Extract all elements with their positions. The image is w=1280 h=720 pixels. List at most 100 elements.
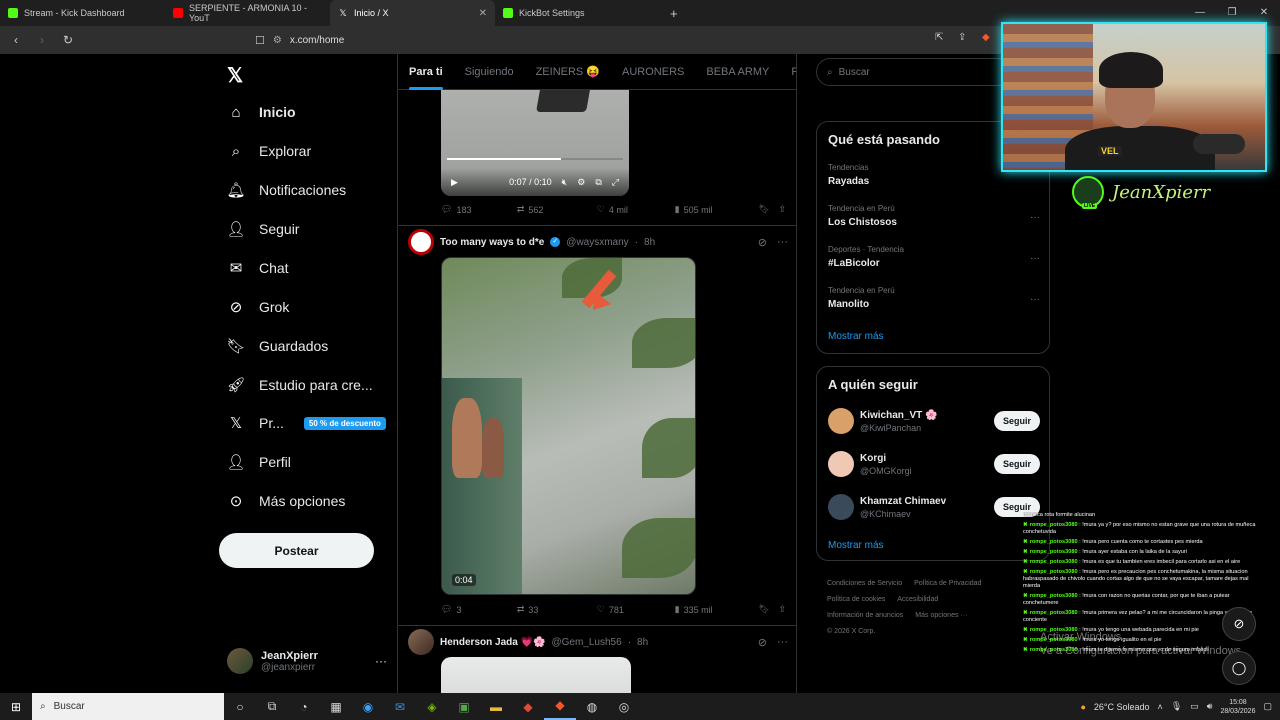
search-input[interactable]: Buscar bbox=[839, 67, 870, 78]
footer-link[interactable]: Más opciones ··· bbox=[915, 612, 967, 619]
nvidia-icon[interactable]: ◈ bbox=[416, 700, 448, 714]
reload-icon[interactable]: ↻ bbox=[58, 33, 78, 47]
repost-button[interactable]: ⇄ 33 bbox=[517, 604, 597, 615]
cortana-icon[interactable]: ○ bbox=[224, 700, 256, 714]
author-name[interactable]: Too many ways to d*e bbox=[440, 237, 544, 248]
like-button[interactable]: ♡ 781 bbox=[597, 604, 675, 615]
footer-link[interactable]: Política de Privacidad bbox=[914, 580, 981, 587]
repost-button[interactable]: ⇄ 562 bbox=[517, 204, 597, 215]
tab-auroners[interactable]: AURONERS bbox=[611, 54, 695, 90]
follow-suggestion[interactable]: Kiwichan_VT 🌸 @KiwiPanchan Seguir bbox=[828, 406, 1040, 436]
like-button[interactable]: ♡ 4 mil bbox=[597, 204, 675, 215]
sidebar-item-perfil[interactable]: 👤︎ Perfil bbox=[226, 450, 290, 474]
follow-button[interactable]: Seguir bbox=[993, 411, 1040, 431]
taskbar-search-input[interactable]: Buscar bbox=[54, 701, 85, 712]
more-icon[interactable]: ··· bbox=[777, 636, 788, 649]
tab-zeiners[interactable]: ZEINERS 😝 bbox=[525, 54, 611, 90]
follow-suggestion[interactable]: Korgi @OMGKorgi Seguir bbox=[828, 449, 1040, 479]
messages-float-button[interactable]: ◯ bbox=[1222, 651, 1256, 685]
taskbar-search[interactable]: ⌕ Buscar bbox=[32, 693, 224, 720]
show-more-link[interactable]: Mostrar más bbox=[828, 540, 884, 551]
post-time[interactable]: 8h bbox=[637, 637, 648, 648]
volume-icon[interactable]: 🔊︎ bbox=[1207, 701, 1213, 712]
play-icon[interactable]: ▶ bbox=[451, 177, 458, 188]
footer-link[interactable]: Política de cookies bbox=[827, 596, 885, 603]
mute-icon[interactable]: 🔇︎ bbox=[562, 177, 568, 188]
sidebar-item-guardados[interactable]: 🔖︎ Guardados bbox=[226, 334, 328, 358]
sidebar-item-seguir[interactable]: 👤︎ Seguir bbox=[226, 217, 299, 241]
video-player[interactable]: ▶ 0:07 / 0:10 🔇︎ ⚙ ⧉ ⤢ bbox=[441, 90, 629, 196]
show-more-link[interactable]: Mostrar más bbox=[828, 331, 884, 342]
trend-item[interactable]: Tendencia en Perú Los Chistosos ··· bbox=[828, 204, 1040, 228]
share-button[interactable]: ⇧ bbox=[778, 204, 786, 215]
sidebar-item-premium[interactable]: 𝕏 Pr... 50 % de descuento bbox=[227, 411, 386, 435]
follow-button[interactable]: Seguir bbox=[993, 454, 1040, 474]
network-icon[interactable]: ▭ bbox=[1190, 701, 1199, 712]
author-name[interactable]: Henderson Jada 💗🌸 bbox=[440, 637, 545, 648]
settings-icon[interactable]: ⚙ bbox=[577, 177, 585, 188]
grok-icon[interactable]: ⊘ bbox=[758, 236, 767, 249]
obs-icon[interactable]: ◍ bbox=[576, 700, 608, 714]
brave-shield-icon[interactable]: ◆ bbox=[982, 32, 990, 43]
tab-siguiendo[interactable]: Siguiendo bbox=[454, 54, 525, 90]
edge-icon[interactable]: ◉ bbox=[352, 700, 384, 714]
store-icon[interactable]: ▦ bbox=[320, 700, 352, 714]
url-text[interactable]: x.com/home bbox=[290, 35, 344, 46]
app-icon[interactable]: ▣ bbox=[448, 700, 480, 714]
video-progress-bar[interactable] bbox=[447, 158, 623, 160]
address-bar[interactable]: ☐ ⚙ x.com/home bbox=[255, 31, 995, 49]
fullscreen-icon[interactable]: ⤢ bbox=[612, 177, 619, 188]
brave-icon[interactable]: ◆ bbox=[544, 693, 576, 720]
back-icon[interactable]: ‹ bbox=[6, 33, 26, 47]
bookmark-button[interactable]: 🔖︎ bbox=[758, 204, 778, 215]
tab-x-home[interactable]: 𝕏 Inicio / X ✕ bbox=[330, 0, 495, 26]
sidebar-item-explorar[interactable]: ⌕ Explorar bbox=[227, 139, 311, 163]
reply-button[interactable]: 💬︎ 3 bbox=[441, 604, 517, 615]
sidebar-item-notificaciones[interactable]: 🔔︎ Notificaciones bbox=[226, 178, 346, 202]
site-info-icon[interactable]: ⚙ bbox=[273, 35, 282, 46]
tab-youtube[interactable]: SERPIENTE - ARMONIA 10 - YouT bbox=[165, 0, 330, 26]
tab-para-ti[interactable]: Para ti bbox=[398, 54, 454, 90]
avatar[interactable] bbox=[408, 629, 434, 655]
close-tab-icon[interactable]: ✕ bbox=[479, 8, 487, 19]
trend-item[interactable]: Tendencia en Perú Manolito ··· bbox=[828, 286, 1040, 310]
author-handle[interactable]: @Gem_Lush56 bbox=[551, 637, 621, 648]
more-icon[interactable]: ··· bbox=[1030, 294, 1040, 305]
new-tab-button[interactable]: + bbox=[670, 6, 678, 21]
mail-icon[interactable]: ✉ bbox=[384, 700, 416, 714]
tab-kick-dashboard[interactable]: Stream - Kick Dashboard bbox=[0, 0, 165, 26]
sidebar-item-chat[interactable]: ✉ Chat bbox=[227, 256, 289, 280]
windows-start-icon[interactable]: ⊞ bbox=[0, 700, 32, 714]
footer-link[interactable]: Accesibilidad bbox=[897, 596, 938, 603]
clock[interactable]: 15:08 28/03/2026 bbox=[1220, 698, 1255, 716]
views-button[interactable]: ▮ 505 mil bbox=[675, 204, 759, 215]
more-icon[interactable]: ··· bbox=[777, 236, 788, 249]
bookmark-button[interactable]: 🔖︎ bbox=[758, 604, 778, 615]
notification-icon[interactable]: ▢ bbox=[1263, 701, 1272, 712]
trend-item[interactable]: Deportes · Tendencia #LaBicolor ··· bbox=[828, 245, 1040, 269]
grok-float-button[interactable]: ⊘ bbox=[1222, 607, 1256, 641]
forward-icon[interactable]: › bbox=[32, 33, 52, 47]
share-icon[interactable]: ⇪ bbox=[958, 32, 966, 43]
sidebar-item-estudio[interactable]: 🚀︎ Estudio para cre... bbox=[226, 373, 372, 397]
footer-link[interactable]: Información de anuncios bbox=[827, 612, 903, 619]
tab-fiel-army[interactable]: Fiel Arm bbox=[780, 54, 796, 90]
reply-button[interactable]: 💬︎ 183 bbox=[441, 204, 517, 215]
account-switcher[interactable]: JeanXpierr @jeanxpierr ··· bbox=[227, 648, 387, 674]
x-logo-icon[interactable]: 𝕏 bbox=[227, 63, 243, 88]
sidebar-item-mas-opciones[interactable]: ⊙ Más opciones bbox=[227, 489, 346, 513]
sidebar-item-grok[interactable]: ⊘ Grok bbox=[227, 295, 290, 319]
post-button[interactable]: Postear bbox=[219, 533, 374, 568]
tab-kickbot[interactable]: KickBot Settings bbox=[495, 0, 660, 26]
sidebar-item-inicio[interactable]: ⌂ Inicio bbox=[227, 100, 295, 124]
weather-text[interactable]: 26°C Soleado bbox=[1094, 702, 1150, 712]
follow-suggestion[interactable]: Khamzat Chimaev @KChimaev Seguir bbox=[828, 492, 1040, 522]
share-button[interactable]: ⇧ bbox=[778, 604, 786, 615]
folder-icon[interactable]: ▬ bbox=[480, 700, 512, 714]
open-external-icon[interactable]: ⇱ bbox=[935, 32, 943, 43]
author-handle[interactable]: @waysxmany bbox=[566, 237, 628, 248]
more-icon[interactable]: ··· bbox=[375, 654, 387, 668]
bookmark-icon[interactable]: ☐ bbox=[255, 34, 265, 47]
task-view-icon[interactable]: ⧉ bbox=[256, 699, 288, 714]
video-player[interactable]: 0:04 bbox=[441, 257, 696, 595]
